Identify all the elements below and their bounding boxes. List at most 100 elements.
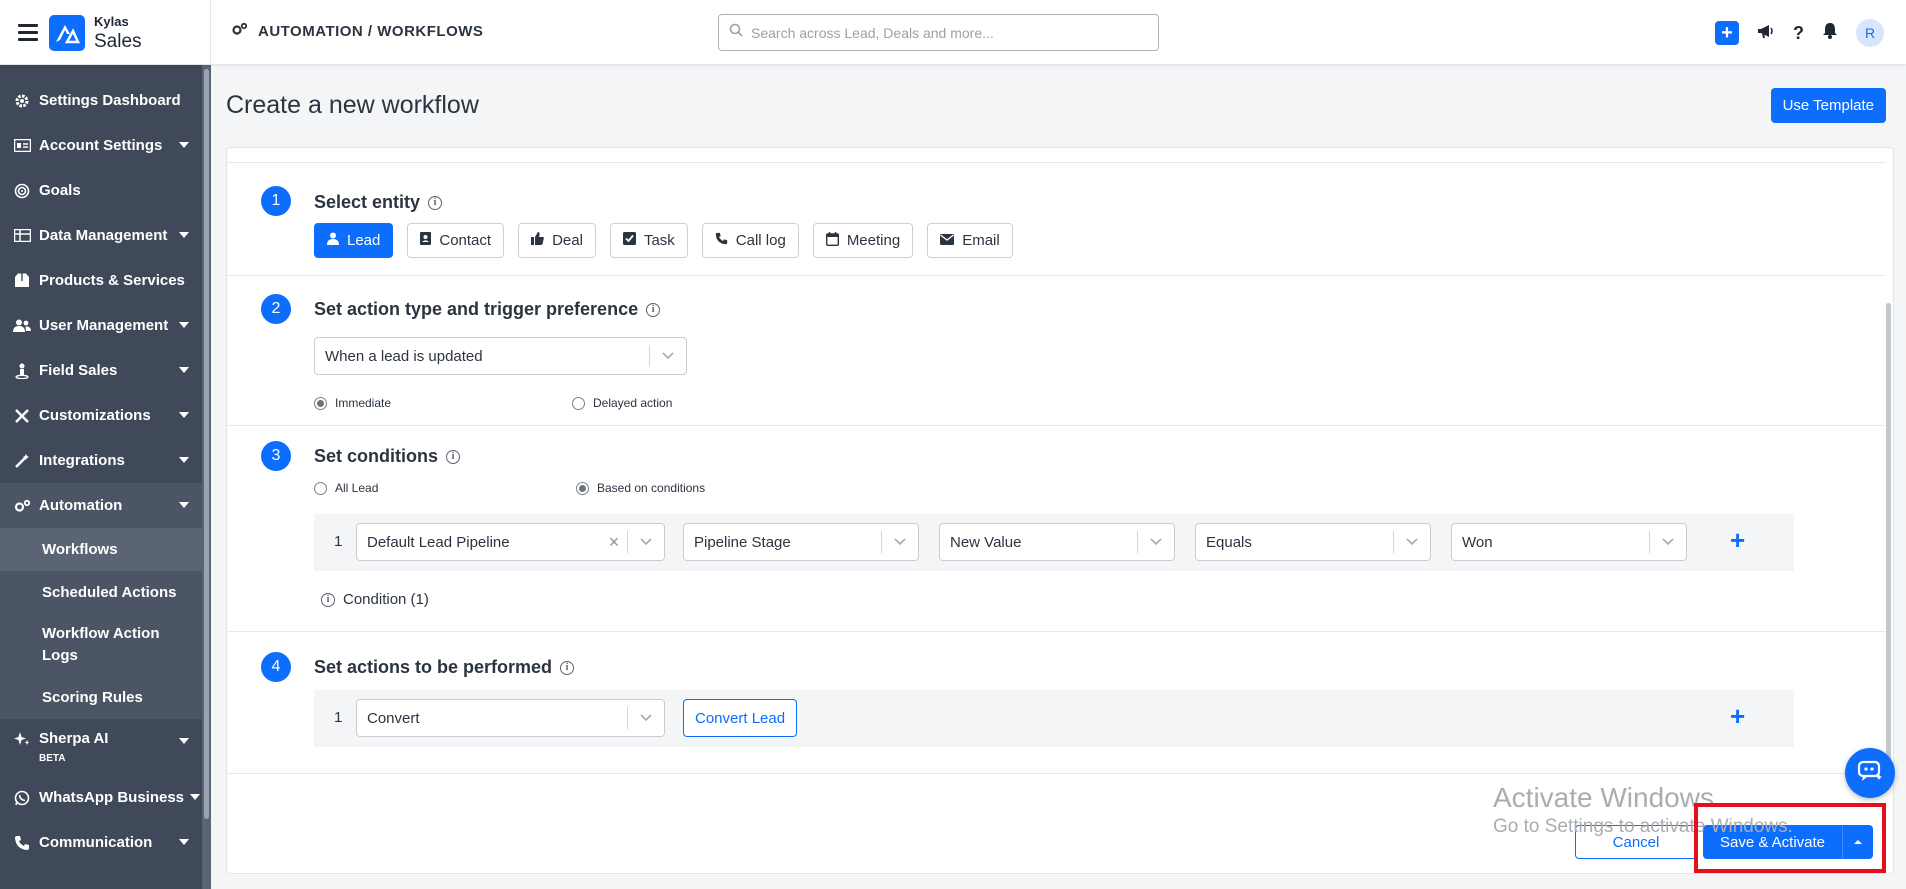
condition-count: i Condition (1) — [321, 591, 429, 608]
entity-label: Contact — [439, 232, 492, 249]
chevron-down-icon[interactable] — [628, 714, 664, 722]
field-select[interactable]: Pipeline Stage — [683, 523, 919, 561]
info-icon[interactable]: i — [321, 592, 335, 607]
radio-based-on-conditions[interactable]: Based on conditions — [576, 481, 705, 495]
quick-add-button[interactable]: + — [1715, 21, 1739, 45]
chevron-down-icon[interactable] — [179, 502, 189, 508]
gear-icon — [13, 92, 31, 110]
entity-call-log-button[interactable]: Call log — [701, 223, 799, 258]
add-condition-button[interactable]: + — [1730, 527, 1745, 553]
bell-icon[interactable] — [1822, 22, 1838, 44]
info-icon[interactable]: i — [428, 195, 443, 210]
entity-label: Lead — [347, 232, 381, 249]
step-number: 1 — [261, 186, 291, 216]
action-select[interactable]: Convert — [356, 699, 665, 737]
sidebar-item-products-services[interactable]: Products & Services — [0, 258, 211, 303]
sidebar-item-integrations[interactable]: Integrations — [0, 438, 211, 483]
sidebar-item-sherpa-ai[interactable]: Sherpa AI BETA — [0, 719, 211, 775]
info-icon[interactable]: i — [446, 449, 461, 464]
entity-task-button[interactable]: Task — [609, 223, 688, 258]
sidebar-item-whatsapp-business[interactable]: WhatsApp Business — [0, 775, 211, 820]
chevron-down-icon[interactable] — [179, 738, 189, 744]
cancel-button[interactable]: Cancel — [1575, 825, 1697, 859]
sidebar-item-label: Account Settings — [39, 137, 163, 154]
sidebar-scrollbar-thumb[interactable] — [204, 69, 209, 819]
chevron-down-icon[interactable] — [179, 457, 189, 463]
chevron-down-icon[interactable] — [190, 794, 200, 800]
sidebar-item-field-sales[interactable]: Field Sales — [0, 348, 211, 393]
chevron-down-icon[interactable] — [1650, 538, 1686, 546]
chevron-down-icon[interactable] — [1394, 538, 1430, 546]
sidebar-item-label: Data Management — [39, 227, 168, 244]
search-input[interactable] — [751, 24, 1151, 41]
help-icon[interactable]: ? — [1793, 23, 1804, 44]
sidebar-item-communication[interactable]: Communication — [0, 820, 211, 865]
sidebar-scrollbar[interactable] — [202, 65, 211, 889]
sidebar-item-automation[interactable]: Automation — [0, 483, 211, 528]
chevron-down-icon[interactable] — [650, 352, 686, 360]
entity-meeting-button[interactable]: Meeting — [812, 223, 914, 258]
operator-select[interactable]: Equals — [1195, 523, 1431, 561]
entity-contact-button[interactable]: Contact — [407, 223, 505, 258]
sidebar-item-goals[interactable]: Goals — [0, 168, 211, 213]
sidebar-item-settings-dashboard[interactable]: Settings Dashboard — [0, 78, 211, 123]
menu-icon[interactable] — [18, 24, 38, 41]
form-scrollbar-thumb[interactable] — [1886, 303, 1891, 783]
radio-dot[interactable] — [314, 481, 327, 495]
action-row-number: 1 — [334, 709, 343, 726]
sidebar-item-data-management[interactable]: Data Management — [0, 213, 211, 258]
megaphone-icon[interactable] — [1757, 23, 1775, 44]
info-icon[interactable]: i — [646, 302, 661, 317]
radio-dot[interactable] — [572, 396, 585, 410]
chevron-down-icon[interactable] — [179, 322, 189, 328]
sidebar-item-customizations[interactable]: Customizations — [0, 393, 211, 438]
sidebar-subitem-workflows[interactable]: Workflows — [0, 528, 211, 571]
sidebar-item-label: Products & Services — [39, 272, 185, 289]
entity-label: Call log — [735, 232, 786, 249]
radio-all-lead[interactable]: All Lead — [314, 481, 378, 495]
sidebar-subitem-workflow-action-logs[interactable]: Workflow Action Logs — [0, 614, 160, 676]
global-search[interactable] — [718, 14, 1159, 51]
radio-dot[interactable] — [576, 481, 589, 495]
chat-support-button[interactable] — [1845, 748, 1895, 798]
chevron-down-icon[interactable] — [1138, 538, 1174, 546]
chevron-down-icon[interactable] — [179, 412, 189, 418]
main-content: Create a new workflow Use Template 1 Sel… — [211, 65, 1906, 889]
convert-lead-button[interactable]: Convert Lead — [683, 699, 798, 737]
use-template-button[interactable]: Use Template — [1770, 88, 1886, 123]
condition-value-select[interactable]: Won — [1451, 523, 1687, 561]
value-type-select[interactable]: New Value — [939, 523, 1175, 561]
chevron-down-icon[interactable] — [628, 538, 664, 546]
radio-dot[interactable] — [314, 396, 327, 410]
section-title: Select entity i — [314, 192, 443, 213]
step-number: 4 — [261, 652, 291, 682]
chevron-down-icon[interactable] — [179, 839, 189, 845]
add-action-button[interactable]: + — [1730, 703, 1745, 729]
entity-lead-button[interactable]: Lead — [314, 223, 394, 258]
avatar[interactable]: R — [1856, 19, 1884, 47]
trigger-select-value: When a lead is updated — [325, 347, 483, 365]
box-icon — [13, 272, 31, 290]
entity-deal-button[interactable]: Deal — [518, 223, 596, 258]
chevron-down-icon[interactable] — [179, 142, 189, 148]
person-pin-icon — [13, 362, 31, 380]
chevron-down-icon[interactable] — [179, 232, 189, 238]
chevron-down-icon[interactable] — [179, 367, 189, 373]
kylas-logo-icon[interactable] — [49, 14, 85, 51]
form-scrollbar[interactable] — [1884, 303, 1893, 803]
sidebar-subitem-scoring-rules[interactable]: Scoring Rules — [0, 676, 211, 719]
chevron-down-icon[interactable] — [882, 538, 918, 546]
pipeline-select[interactable]: Default Lead Pipeline × — [356, 523, 665, 561]
sidebar-item-account-settings[interactable]: Account Settings — [0, 123, 211, 168]
radio-delayed-action[interactable]: Delayed action — [572, 396, 672, 410]
radio-immediate[interactable]: Immediate — [314, 396, 391, 410]
clear-icon[interactable]: × — [601, 532, 627, 553]
entity-label: Deal — [552, 232, 583, 249]
trigger-select[interactable]: When a lead is updated — [314, 337, 687, 375]
sidebar-subitem-scheduled-actions[interactable]: Scheduled Actions — [0, 571, 211, 614]
step-select-entity: 1 Select entity i Lead Contact Deal Task… — [227, 162, 1886, 276]
info-icon[interactable]: i — [560, 660, 575, 675]
sidebar-item-user-management[interactable]: User Management — [0, 303, 211, 348]
entity-email-button[interactable]: Email — [927, 223, 1013, 258]
checkbox-icon — [622, 232, 636, 249]
